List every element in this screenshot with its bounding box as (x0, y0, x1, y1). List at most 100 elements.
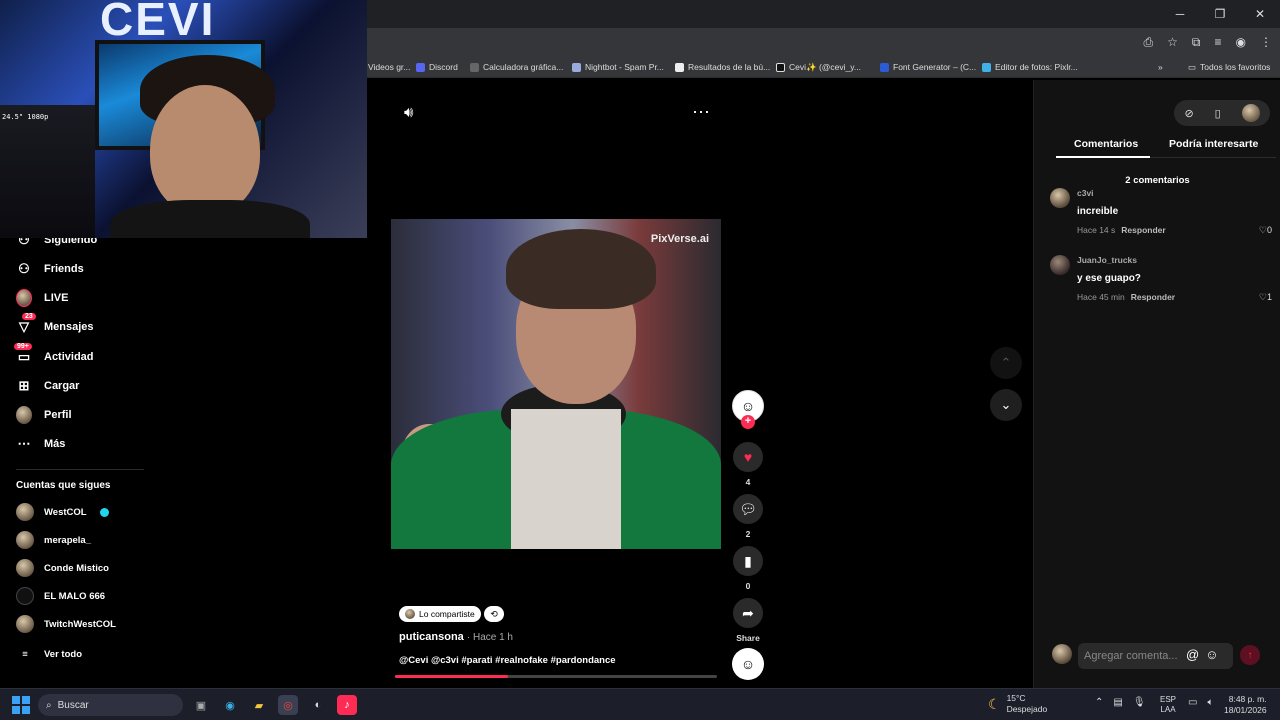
see-all-link[interactable]: ≡ Ver todo (16, 645, 82, 663)
like-button[interactable]: ♥ 4 (732, 442, 764, 487)
author-name[interactable]: puticansona (399, 631, 464, 643)
next-video-button[interactable]: ⌄ (990, 389, 1022, 421)
system-icons[interactable]: ▭ 🔈︎ (1188, 697, 1213, 708)
chevron-down-icon: ⌄ (1000, 397, 1012, 412)
restore-icon[interactable]: ❐ (1200, 0, 1240, 28)
tiktok-app-icon[interactable]: ♪ (337, 695, 357, 715)
phone-icon[interactable]: ▯ (1215, 107, 1221, 120)
activity-icon: ▭ 99+ (14, 343, 32, 365)
compass-icon[interactable]: ⊘ (1184, 107, 1193, 120)
cast-icon[interactable]: ⎙ (1144, 35, 1154, 50)
search-results-icon (675, 62, 684, 72)
sidebar-item-activity[interactable]: ▭ 99+ Actividad (14, 343, 94, 368)
media-icon[interactable]: ≡ (1215, 35, 1222, 49)
sidebar-item-profile[interactable]: Perfil (16, 404, 72, 426)
avatar (16, 587, 34, 605)
repost-icon[interactable]: ⟲ (484, 606, 504, 622)
progress-bar[interactable] (395, 675, 717, 678)
file-explorer-icon[interactable]: ▰ (249, 695, 269, 715)
share-button[interactable]: ➦ Share (732, 598, 764, 643)
reply-button[interactable]: Responder (1121, 225, 1165, 235)
comment-count: 2 (745, 529, 751, 539)
video-player[interactable]: PixVerse.ai (391, 219, 721, 549)
bookmark[interactable]: Editor de fotos: Pixlr... (982, 56, 1078, 78)
top-actions: ⊘ ▯ (1174, 100, 1270, 126)
tiktok-icon (776, 62, 785, 72)
avatar (16, 559, 34, 577)
bookmark[interactable]: Calculadora gráfica... (470, 56, 563, 78)
obs-icon[interactable]: ◐ (308, 695, 328, 715)
clock[interactable]: 8:48 p. m. 18/01/2026 (1224, 694, 1267, 716)
comment-button[interactable]: 💬︎ 2 (732, 494, 764, 539)
weather-widget[interactable]: ☾ 15°C Despejado (988, 693, 1047, 715)
save-button[interactable]: ▮ 0 (732, 546, 764, 591)
shared-pill[interactable]: Lo compartiste (399, 606, 481, 622)
comment-like-button[interactable]: ♡0 (1259, 225, 1272, 236)
tab-comments[interactable]: Comentarios (1074, 138, 1138, 150)
star-icon[interactable]: ☆ (1167, 35, 1178, 49)
bookmark[interactable]: Cevi✨ (@cevi_y... (776, 56, 861, 78)
chrome-icon[interactable]: ◎ (278, 695, 298, 715)
emoji-icon[interactable]: ☺ (1205, 647, 1218, 662)
avatar[interactable] (1050, 188, 1070, 208)
tray-app-icon[interactable]: ▤ (1113, 697, 1122, 708)
comments-panel: ⊘ ▯ Comentarios Podría interesarte 2 com… (1033, 80, 1280, 688)
mention-icon[interactable]: @ (1186, 647, 1199, 662)
messages-icon: ▽ 23 (16, 313, 36, 335)
bookmark-folder[interactable]: ▭ Todos los favoritos (1188, 56, 1270, 78)
extensions-icon[interactable]: ⧉ (1192, 35, 1201, 50)
share-label: Share (736, 633, 760, 643)
close-icon[interactable]: ✕ (1240, 0, 1280, 28)
comment-like-button[interactable]: ♡1 (1259, 292, 1272, 303)
moon-icon: ☾ (988, 695, 1001, 712)
followed-account[interactable]: merapela_ (16, 531, 91, 549)
followed-account[interactable]: EL MALO 666 (16, 587, 105, 605)
bookmark[interactable]: Videos gr... (368, 56, 410, 78)
comment-user[interactable]: JuanJo_trucks (1077, 255, 1137, 265)
taskbar-search[interactable]: ⌕ Buscar (38, 694, 183, 716)
tab-suggested[interactable]: Podría interesarte (1169, 138, 1258, 150)
volume-icon[interactable]: 🔊︎ (404, 104, 413, 121)
profile-avatar (16, 406, 32, 424)
more-icon: ⋯ (17, 436, 31, 451)
sidebar-item-live[interactable]: LIVE (16, 287, 68, 309)
bookmark[interactable]: Font Generator – (C... (880, 56, 976, 78)
comment-like-count: 1 (1266, 292, 1272, 302)
comment-user[interactable]: c3vi (1077, 188, 1094, 198)
sidebar-item-more[interactable]: ⋯ Más (16, 433, 66, 455)
bookmarks-overflow-icon[interactable]: » (1158, 56, 1163, 78)
send-button[interactable]: ↑ (1240, 645, 1260, 665)
bookmark[interactable]: Discord (416, 56, 458, 78)
avatar[interactable] (1050, 255, 1070, 275)
folder-icon: ▭ (1188, 61, 1197, 72)
previous-video-button[interactable]: ⌃ (990, 347, 1022, 379)
bookmark[interactable]: Nightbot - Spam Pr... (572, 56, 664, 78)
windows-start-icon[interactable] (12, 696, 30, 714)
tray-overflow-icon[interactable]: ⌃ (1095, 697, 1103, 708)
followed-account[interactable]: WestCOL (16, 503, 109, 521)
verified-icon (99, 507, 109, 517)
music-avatar[interactable]: ☺ (732, 648, 764, 680)
menu-icon[interactable]: ⋮ (1260, 35, 1272, 49)
reply-button[interactable]: Responder (1131, 292, 1175, 302)
more-options-icon[interactable]: ⋯ (692, 102, 710, 123)
followed-account[interactable]: Conde Mistico (16, 559, 109, 577)
taskbar: ⌕ Buscar ▣ ◉ ▰ ◎ ◐ ♪ ☾ 15°C Despejado ⌃ ▤ 🎙… (0, 688, 1280, 720)
author-line: puticansona · Hace 1 h (399, 631, 513, 643)
sidebar-item-friends[interactable]: ⚇ Friends (16, 258, 84, 280)
edge-icon[interactable]: ◉ (220, 695, 240, 715)
bookmark[interactable]: Resultados de la bú... (675, 56, 770, 78)
microphone-icon[interactable]: 🎙︎ (1133, 697, 1146, 708)
follow-button[interactable]: + (741, 415, 755, 429)
nightbot-icon (572, 62, 581, 72)
minimize-icon[interactable]: ─ (1160, 0, 1200, 28)
tabs: Comentarios Podría interesarte (1056, 132, 1276, 158)
task-view-icon[interactable]: ▣ (191, 695, 211, 715)
followed-account[interactable]: TwitchWestCOL (16, 615, 116, 633)
language-indicator[interactable]: ESP LAA (1160, 695, 1176, 715)
avatar[interactable] (1241, 104, 1260, 122)
comment-text: y ese guapo? (1077, 273, 1141, 284)
sidebar-item-upload[interactable]: ⊞ Cargar (16, 375, 80, 397)
sidebar-item-messages[interactable]: ▽ 23 Mensajes (16, 313, 94, 338)
profile-icon[interactable]: ◉ (1236, 35, 1246, 49)
